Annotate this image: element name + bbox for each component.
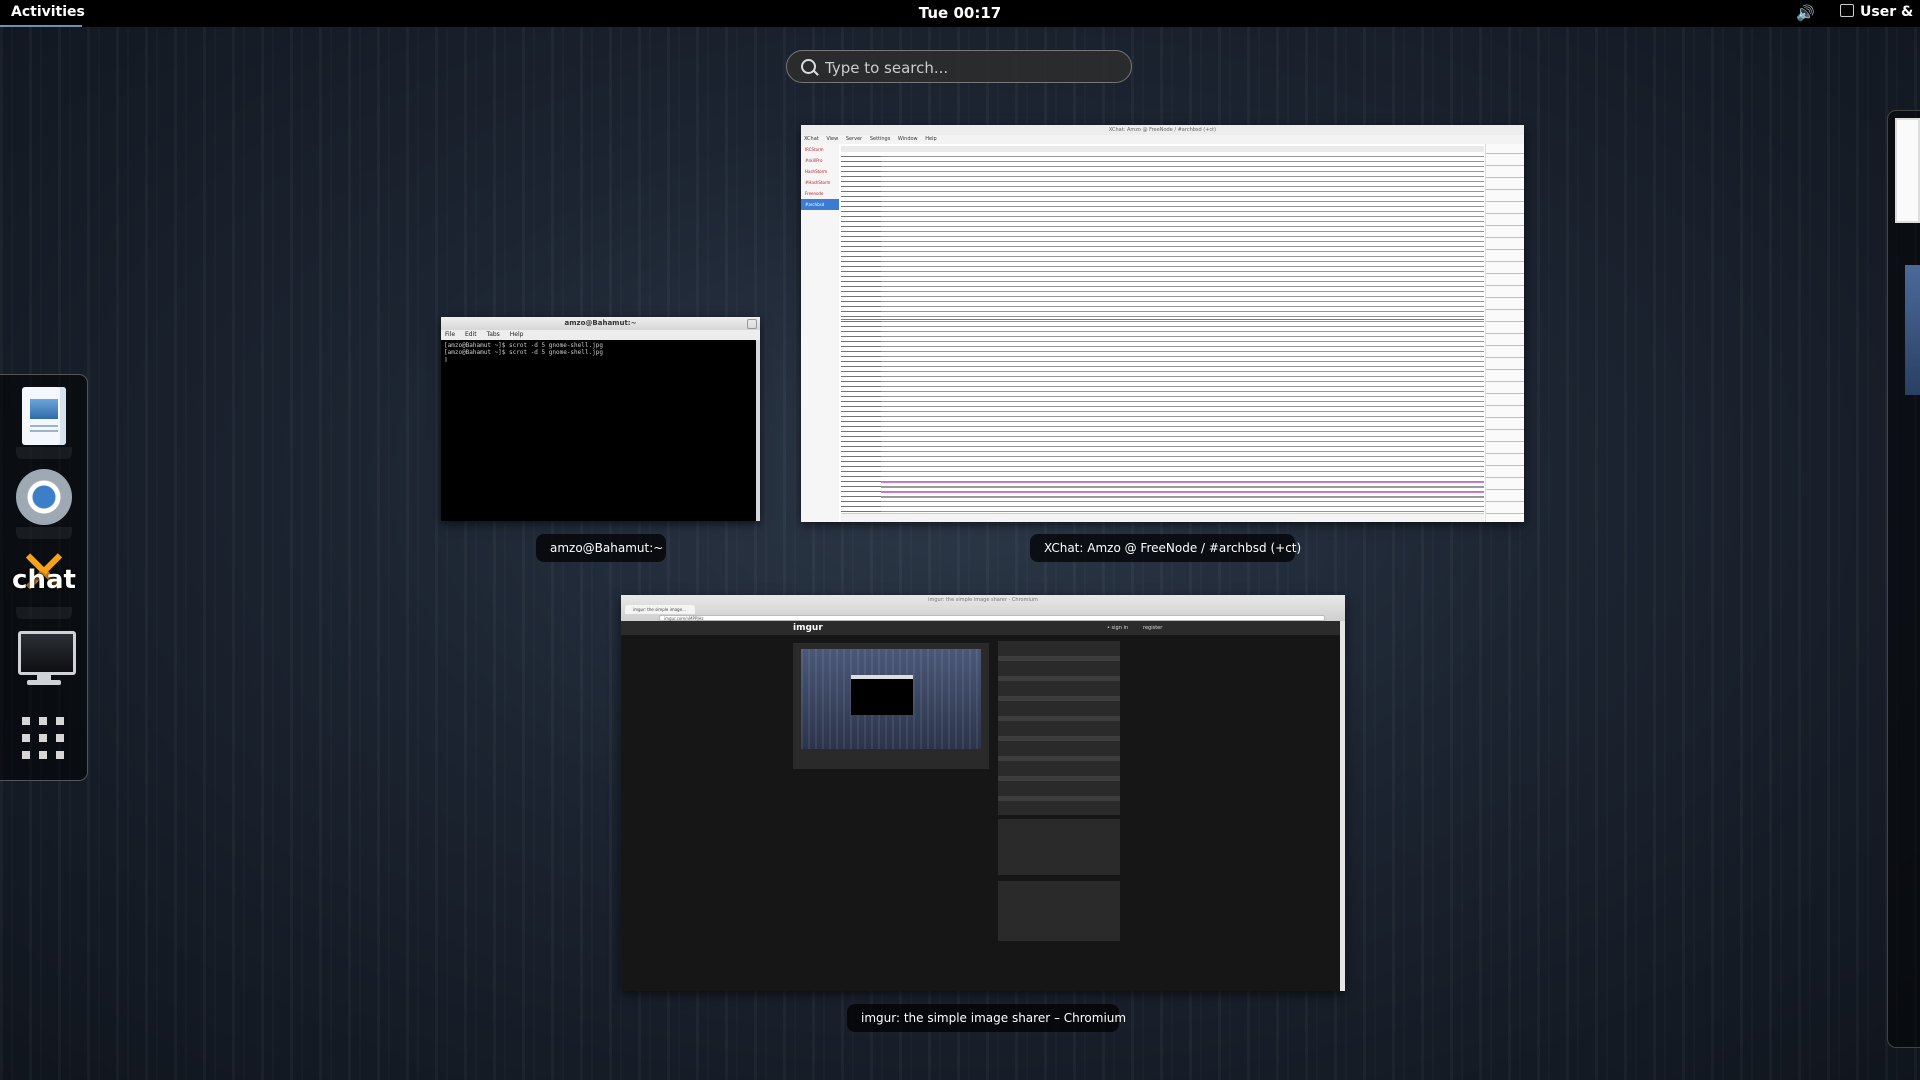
monitor-icon (18, 631, 76, 675)
terminal-output: [amzo@Bahamut ~]$ scrot -d 5 gnome-shell… (441, 340, 756, 521)
window-terminal[interactable]: amzo@Bahamut:~ File Edit Tabs Help [amzo… (441, 317, 760, 521)
chromium-scrollbar (1340, 621, 1345, 991)
search-input[interactable] (823, 54, 1117, 81)
terminal-line: [amzo@Bahamut ~]$ scrot -d 5 gnome-shell… (444, 342, 603, 349)
imgur-deletion-link-panel (998, 819, 1120, 875)
dash-item-reflection (16, 607, 72, 619)
show-applications-button[interactable] (12, 709, 76, 773)
workspace-thumbnail-1[interactable] (1895, 118, 1920, 223)
xchat-icon-text: chat (12, 565, 76, 595)
xchat-highlighted-lines (881, 480, 1484, 502)
terminal-menu-file: File (445, 331, 456, 338)
dash: ✕ chat (0, 374, 88, 781)
xchat-menu-server: Server (845, 136, 863, 142)
user-status-icon (1840, 4, 1854, 17)
dash-item-chromium[interactable] (12, 465, 76, 539)
xchat-input-box (841, 513, 1484, 522)
terminal-menubar: File Edit Tabs Help (441, 330, 760, 340)
imgur-image-card (793, 643, 989, 769)
imgur-share-links-panel (998, 641, 1120, 815)
xchat-titlebar: XChat: Amzo @ FreeNode / #archbsd (+ct) (801, 125, 1524, 135)
chromium-tab: imgur: the simple image... (625, 605, 695, 614)
clock-container: Tue 00:17 (0, 4, 1920, 22)
terminal-line: [amzo@Bahamut ~]$ scrot -d 5 gnome-shell… (444, 349, 603, 356)
search-box[interactable] (786, 50, 1132, 83)
terminal-menu-tabs: Tabs (486, 331, 500, 338)
apps-grid-icon (22, 717, 66, 761)
xchat-menubar: XChat View Server Settings Window Help (801, 135, 1524, 144)
xchat-body: IRCStorm #skillPro HashStorm #HashStorm … (801, 144, 1524, 522)
imgur-uploaded-image (801, 649, 981, 749)
imgur-app-promo-panel (998, 881, 1120, 941)
xchat-channel-tree: IRCStorm #skillPro HashStorm #HashStorm … (801, 144, 839, 522)
terminal-scrollbar (756, 340, 760, 521)
xchat-menu-xchat: XChat (804, 136, 819, 142)
xchat-menu-settings: Settings (869, 136, 891, 142)
xchat-tree-item: IRCStorm (805, 147, 824, 152)
chromium-titlebar: imgur: the simple image sharer - Chromiu… (928, 597, 1038, 603)
window-chromium[interactable]: imgur: the simple image sharer - Chromiu… (621, 595, 1345, 991)
imgur-register-link: register (1143, 625, 1163, 631)
xchat-user-list (1485, 144, 1524, 522)
terminal-titlebar: amzo@Bahamut:~ (441, 317, 760, 330)
document-writer-icon (22, 387, 66, 445)
workspace-switcher (1887, 110, 1920, 1048)
xchat-menu-view: View (826, 136, 839, 142)
dash-item-terminal[interactable] (12, 625, 76, 689)
xchat-menu-window: Window (897, 136, 918, 142)
dash-item-libreoffice-writer[interactable] (12, 385, 76, 459)
top-bar: Activities Tue 00:17 🔊 User & (0, 0, 1920, 27)
activities-active-indicator (0, 25, 82, 27)
user-menu-label: User & (1860, 4, 1914, 20)
xchat-icon: ✕ chat (12, 541, 76, 609)
monitor-base (27, 680, 61, 685)
window-xchat[interactable]: XChat: Amzo @ FreeNode / #archbsd (+ct) … (801, 125, 1524, 522)
window-label-xchat[interactable]: XChat: Amzo @ FreeNode / #archbsd (+ct) (1030, 534, 1301, 562)
user-menu[interactable]: User & (1840, 4, 1913, 20)
xchat-topic-bar (841, 146, 1484, 152)
chromium-toolbar: imgur: the simple image sharer - Chromiu… (621, 595, 1345, 621)
imgur-signin-link: • sign in (1107, 625, 1129, 631)
dash-item-xchat[interactable]: ✕ chat (12, 541, 76, 619)
close-icon (747, 319, 757, 329)
xchat-chat-log (841, 154, 1484, 512)
imgur-header: imgur • sign in register (621, 621, 1345, 635)
workspace-thumbnail-2[interactable] (1905, 265, 1920, 395)
xchat-tree-item: HashStorm (805, 169, 828, 174)
dash-item-reflection (16, 447, 72, 459)
activities-button[interactable]: Activities (11, 4, 85, 20)
search-icon (801, 59, 816, 74)
chromium-page: imgur • sign in register (621, 621, 1345, 991)
clock[interactable]: Tue 00:17 (919, 4, 1001, 22)
terminal-cursor: ▯ (444, 356, 448, 363)
terminal-menu-help: Help (509, 331, 524, 338)
volume-icon[interactable]: 🔊 (1796, 4, 1815, 22)
window-label-chromium[interactable]: imgur: the simple image sharer – Chromiu… (847, 1004, 1126, 1032)
xchat-menu-help: Help (925, 136, 937, 142)
xchat-tree-item-selected: #archbsd (801, 199, 839, 210)
terminal-menu-edit: Edit (464, 331, 477, 338)
xchat-marker-line (841, 319, 1484, 320)
chromium-icon (16, 469, 72, 525)
imgur-logo: imgur (793, 623, 823, 633)
window-label-terminal[interactable]: amzo@Bahamut:~ (536, 534, 666, 562)
xchat-tree-item: #skillPro (805, 158, 823, 163)
xchat-tree-item: #HashStorm (805, 180, 831, 185)
xchat-tree-item: Freenode (805, 191, 824, 196)
